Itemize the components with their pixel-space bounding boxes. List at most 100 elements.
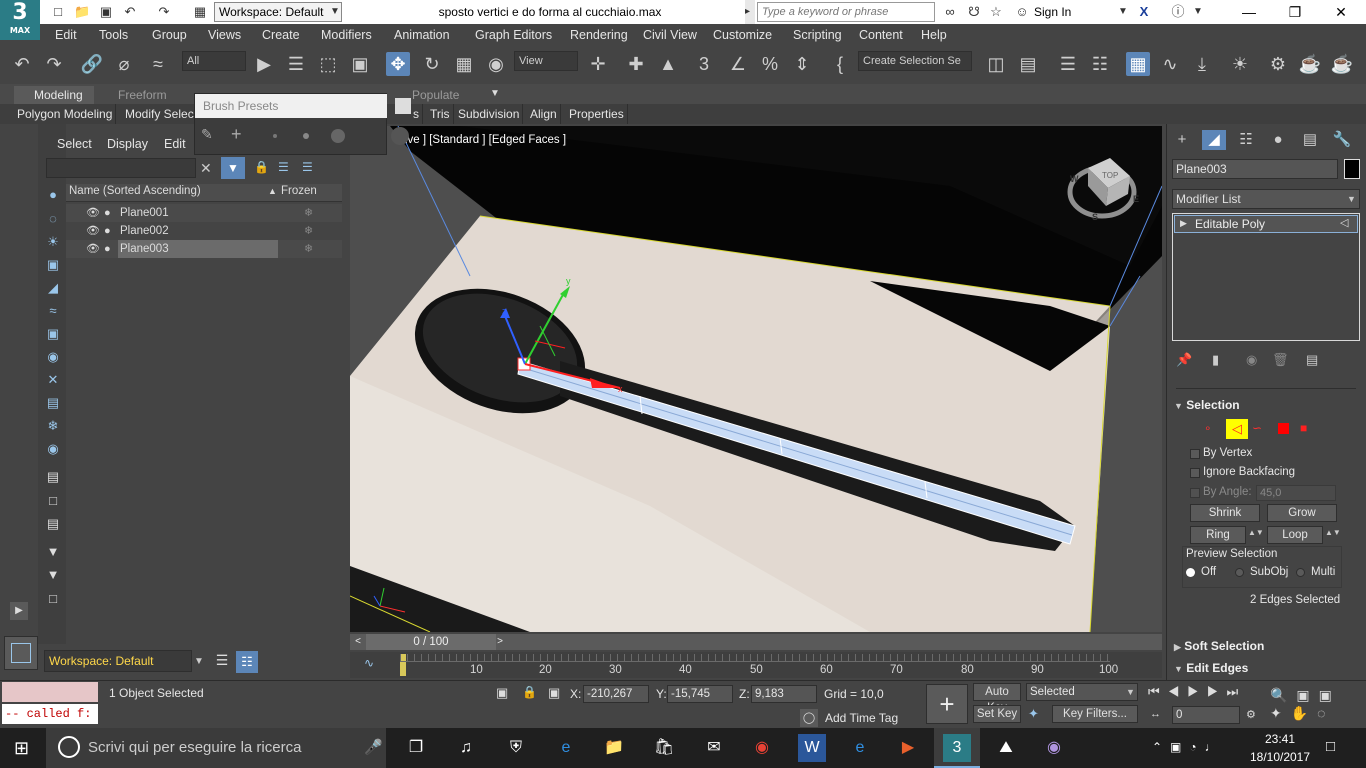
menu-tools[interactable]: Tools: [99, 24, 128, 46]
display-containers-icon[interactable]: ▤: [44, 394, 62, 412]
filter-toggle-icon[interactable]: ▼: [44, 566, 62, 584]
time-tag-icon[interactable]: ◯: [800, 709, 818, 727]
grow-button[interactable]: Grow: [1267, 504, 1337, 522]
keyboard-shortcut-icon[interactable]: ▲: [656, 52, 680, 76]
sync-selection-icon[interactable]: □: [44, 590, 62, 608]
stack-item-editable-poly[interactable]: Editable Poly: [1174, 215, 1358, 233]
menu-edit[interactable]: Edit: [55, 24, 77, 46]
show-end-result-icon[interactable]: ▮: [1212, 352, 1219, 368]
display-helpers-icon[interactable]: ◢: [44, 279, 62, 297]
ribbon-subdivision[interactable]: Subdivision: [455, 104, 524, 124]
polygon-mode-icon[interactable]: [1278, 423, 1289, 434]
ribbon-tris[interactable]: Tris: [427, 104, 454, 124]
schematic-view-icon[interactable]: ⤓: [1190, 52, 1214, 76]
tab-populate[interactable]: Populate: [412, 86, 459, 104]
radio-multi[interactable]: [1296, 568, 1305, 577]
microphone-icon[interactable]: 🎤: [364, 738, 383, 756]
hierarchy-collapse-icon[interactable]: ☰: [302, 160, 318, 176]
soft-selection-rollout[interactable]: ▶ Soft Selection: [1174, 637, 1264, 655]
menu-rendering[interactable]: Rendering: [570, 24, 628, 46]
freeze-icon[interactable]: ❄: [304, 240, 313, 258]
freeze-icon[interactable]: ❄: [304, 204, 313, 222]
set-key-big-button[interactable]: +: [926, 684, 968, 724]
radio-off[interactable]: [1186, 568, 1195, 577]
display-tab-icon[interactable]: ▤: [1298, 130, 1322, 150]
ribbon-align[interactable]: Align: [527, 104, 561, 124]
star-icon[interactable]: ☆: [988, 4, 1004, 20]
scale-icon[interactable]: ▦: [452, 52, 476, 76]
brush-preset-small[interactable]: [303, 133, 309, 139]
display-spacewarps-icon[interactable]: ≈: [44, 302, 62, 320]
display-all-icon[interactable]: ▤: [44, 468, 62, 486]
vertex-mode-icon[interactable]: ∘: [1204, 421, 1220, 437]
key-set-dropdown[interactable]: Selected: [1026, 683, 1138, 701]
new-file-icon[interactable]: □: [50, 4, 66, 20]
key-filters-button[interactable]: Key Filters...: [1052, 705, 1138, 723]
isolate-selection-icon[interactable]: ▣: [496, 685, 508, 701]
windows-start-icon[interactable]: ⊞: [14, 738, 34, 758]
undo-icon[interactable]: ↶: [122, 4, 138, 20]
hierarchy-tab-icon[interactable]: ☷: [1234, 130, 1258, 150]
table-row[interactable]: 👁 ● Plane003 ❄: [66, 240, 342, 258]
viewport-layout-button[interactable]: [4, 636, 38, 670]
redo-icon[interactable]: ↷: [42, 52, 66, 76]
utilities-tab-icon[interactable]: 🔧: [1330, 130, 1354, 150]
scene-menu-display[interactable]: Display: [107, 135, 148, 153]
perspective-viewport[interactable]: [350, 126, 1162, 632]
close-icon[interactable]: [395, 98, 411, 114]
clear-search-icon[interactable]: ✕: [200, 158, 216, 178]
current-frame-input[interactable]: 0: [1172, 706, 1240, 724]
rotate-icon[interactable]: ↻: [420, 52, 444, 76]
window-crossing-icon[interactable]: ▣: [348, 52, 372, 76]
playback-controls[interactable]: ⏮◀▶▶⏭: [1148, 684, 1258, 702]
by-angle-checkbox[interactable]: [1190, 488, 1200, 498]
time-config-icon[interactable]: ⚙: [1246, 708, 1256, 721]
ring-spinner-icon[interactable]: ▲▼: [1248, 528, 1264, 544]
open-file-icon[interactable]: 📁: [74, 4, 90, 20]
unlink-icon[interactable]: ⌀: [112, 52, 136, 76]
rect-selection-icon[interactable]: ⬚: [316, 52, 340, 76]
move-icon[interactable]: ✥: [386, 52, 410, 76]
menu-civil-view[interactable]: Civil View: [643, 24, 697, 46]
search-input[interactable]: Type a keyword or phrase: [757, 2, 935, 22]
modify-tab-icon[interactable]: ◢: [1202, 130, 1226, 150]
selection-rollout-title[interactable]: ▼ Selection: [1174, 396, 1240, 414]
col-frozen-header[interactable]: Frozen: [281, 185, 317, 197]
slider-next-icon[interactable]: >: [492, 634, 508, 650]
selection-lock-icon[interactable]: 🔒: [522, 685, 537, 699]
save-icon[interactable]: ▣: [98, 4, 114, 20]
scene-menu-edit[interactable]: Edit: [164, 135, 186, 153]
maxscript-listener-input[interactable]: [2, 682, 98, 702]
spinner-snap-icon[interactable]: ⇕: [790, 52, 814, 76]
expand-triangle-icon[interactable]: ▶: [1180, 218, 1187, 229]
tab-freeform[interactable]: Freeform: [118, 86, 167, 104]
y-coordinate-input[interactable]: -15,745: [667, 685, 733, 703]
notifications-icon[interactable]: □: [1326, 738, 1335, 755]
motion-tab-icon[interactable]: ●: [1266, 130, 1290, 150]
menu-content[interactable]: Content: [859, 24, 903, 46]
workspace-dropdown[interactable]: Workspace: Default: [214, 2, 342, 22]
exchange-icon[interactable]: X: [1136, 4, 1152, 20]
display-xrefs-icon[interactable]: ◉: [44, 348, 62, 366]
select-manipulate-icon[interactable]: ✚: [624, 52, 648, 76]
ribbon-modify-selection[interactable]: Modify Selec: [122, 104, 198, 124]
modifier-list-dropdown[interactable]: Modifier List: [1172, 189, 1360, 209]
add-time-tag[interactable]: Add Time Tag: [825, 711, 898, 725]
display-none-icon[interactable]: □: [44, 492, 62, 510]
media-player-icon[interactable]: ▶: [894, 734, 922, 762]
viewport-navigation-controls[interactable]: 🔍▣▣ ✦✋◌: [1270, 686, 1366, 726]
viewcube-top-label[interactable]: TOP: [1102, 171, 1118, 180]
minimize-button[interactable]: —: [1226, 0, 1272, 24]
render-setup-icon[interactable]: ⚙: [1266, 52, 1290, 76]
auto-key-button[interactable]: Auto Key: [973, 683, 1021, 714]
layer-explorer-icon[interactable]: ☰: [1056, 52, 1080, 76]
expand-icon[interactable]: ▸: [745, 0, 755, 24]
layers-icon[interactable]: ☷: [1088, 52, 1112, 76]
scene-explorer-icon[interactable]: ▦: [1126, 52, 1150, 76]
rendered-frame-icon[interactable]: ☕: [1298, 52, 1322, 76]
link-icon[interactable]: 🔗: [80, 52, 104, 76]
curve-editor-mini-icon[interactable]: ∿: [364, 656, 374, 670]
hierarchy-icon[interactable]: ☰: [278, 160, 294, 176]
redo-icon[interactable]: ↷: [156, 4, 172, 20]
table-row[interactable]: 👁 ● Plane002 ❄: [66, 222, 342, 240]
